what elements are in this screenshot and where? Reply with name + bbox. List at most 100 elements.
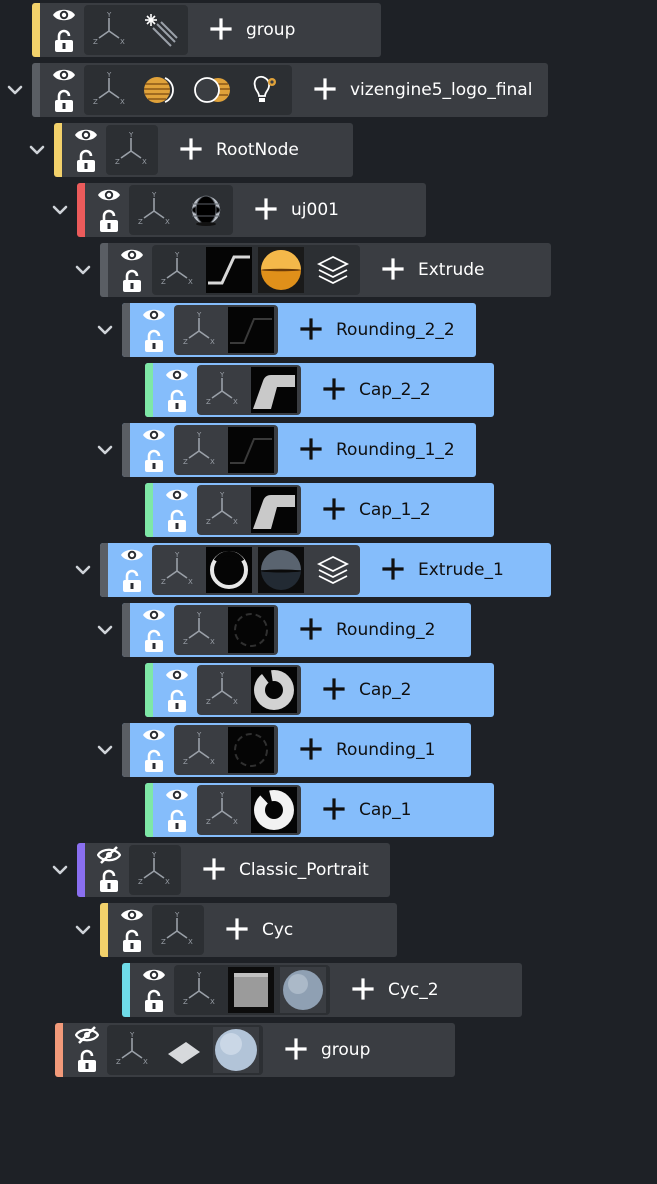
add-child-button[interactable]	[352, 978, 374, 1000]
expand-chevron-icon[interactable]	[72, 259, 94, 281]
add-child-button[interactable]	[323, 678, 345, 700]
material-icon[interactable]	[136, 65, 186, 115]
tree-node[interactable]: Y Z X Cap_2_2	[145, 363, 494, 417]
tree-node[interactable]: Y Z X Classic_Portrait	[77, 843, 390, 897]
light-settings-icon[interactable]	[240, 65, 290, 115]
add-child-button[interactable]	[300, 438, 322, 460]
layers-icon[interactable]	[308, 245, 358, 295]
ring-dark-thumb[interactable]	[228, 607, 274, 653]
eye-icon[interactable]	[165, 786, 189, 804]
tree-node[interactable]: Y Z X Rounding_1	[122, 723, 471, 777]
expand-chevron-icon[interactable]	[49, 859, 71, 881]
pale-ball-thumb[interactable]	[213, 1027, 259, 1073]
grey-box-thumb[interactable]	[228, 967, 274, 1013]
ring-cap-thumb[interactable]	[251, 667, 297, 713]
unlock-icon[interactable]	[143, 329, 165, 353]
node-label[interactable]: Cap_1	[359, 783, 411, 837]
axis-icon[interactable]: Y Z X	[174, 965, 224, 1015]
tree-node[interactable]: Y Z X Cyc	[100, 903, 397, 957]
expand-chevron-icon[interactable]	[72, 559, 94, 581]
node-label[interactable]: Classic_Portrait	[239, 843, 369, 897]
axis-icon[interactable]: Y Z X	[152, 545, 202, 595]
node-label[interactable]: Cap_2_2	[359, 363, 431, 417]
node-label[interactable]: Rounding_2	[336, 603, 435, 657]
axis-icon[interactable]: Y Z X	[84, 5, 134, 55]
add-child-button[interactable]	[300, 738, 322, 760]
node-label[interactable]: RootNode	[216, 123, 299, 177]
eye-icon[interactable]	[142, 426, 166, 444]
add-child-button[interactable]	[323, 798, 345, 820]
expand-chevron-icon[interactable]	[94, 739, 116, 761]
expand-chevron-icon[interactable]	[72, 919, 94, 941]
eye-icon[interactable]	[52, 6, 76, 24]
axis-icon[interactable]: Y Z X	[174, 425, 224, 475]
unlock-icon[interactable]	[53, 29, 75, 53]
node-label[interactable]: Cyc_2	[388, 963, 439, 1017]
grey-ball-thumb[interactable]	[280, 967, 326, 1013]
unlock-icon[interactable]	[75, 149, 97, 173]
unlock-icon[interactable]	[53, 89, 75, 113]
add-child-button[interactable]	[226, 918, 248, 940]
orange-ball-thumb[interactable]	[258, 247, 304, 293]
eye-hidden-icon[interactable]	[96, 846, 122, 864]
node-label[interactable]: Cap_2	[359, 663, 411, 717]
tree-node[interactable]: Y Z X Rounding_2	[122, 603, 471, 657]
unlock-icon[interactable]	[166, 509, 188, 533]
add-child-button[interactable]	[323, 378, 345, 400]
profile-dark-thumb[interactable]	[228, 427, 274, 473]
node-label[interactable]: Rounding_1_2	[336, 423, 455, 477]
node-label[interactable]: uj001	[291, 183, 339, 237]
axis-icon[interactable]: Y Z X	[197, 785, 247, 835]
node-label[interactable]: Cyc	[262, 903, 293, 957]
axis-icon[interactable]: Y Z X	[197, 365, 247, 415]
add-child-button[interactable]	[203, 858, 225, 880]
expand-chevron-icon[interactable]	[94, 439, 116, 461]
tree-node[interactable]: Y Z X Rounding_1_2	[122, 423, 476, 477]
dark-ball-thumb[interactable]	[258, 547, 304, 593]
cap-shape-thumb[interactable]	[251, 367, 297, 413]
add-child-button[interactable]	[285, 1038, 307, 1060]
axis-icon[interactable]: Y Z X	[152, 245, 202, 295]
profile-dark-thumb[interactable]	[228, 307, 274, 353]
eye-icon[interactable]	[120, 246, 144, 264]
node-label[interactable]: group	[246, 3, 295, 57]
node-label[interactable]: Rounding_1	[336, 723, 435, 777]
tree-node[interactable]: Y Z X Extrude	[100, 243, 551, 297]
add-child-button[interactable]	[382, 258, 404, 280]
tree-node[interactable]: Y Z Xvizengine5_logo_final	[32, 63, 548, 117]
axis-icon[interactable]: Y Z X	[107, 1025, 157, 1075]
unlock-icon[interactable]	[98, 209, 120, 233]
axis-icon[interactable]: Y Z X	[84, 65, 134, 115]
tree-node[interactable]: Y Z X Rounding_2_2	[122, 303, 476, 357]
unlock-icon[interactable]	[98, 869, 120, 893]
expand-chevron-icon[interactable]	[26, 139, 48, 161]
unlock-icon[interactable]	[166, 389, 188, 413]
eye-icon[interactable]	[165, 666, 189, 684]
unlock-icon[interactable]	[143, 629, 165, 653]
tree-node[interactable]: Y Z X group	[55, 1023, 455, 1077]
axis-icon[interactable]: Y Z X	[174, 305, 224, 355]
expand-chevron-icon[interactable]	[94, 319, 116, 341]
unlock-icon[interactable]	[166, 689, 188, 713]
eye-icon[interactable]	[142, 606, 166, 624]
eye-icon[interactable]	[120, 546, 144, 564]
add-child-button[interactable]	[180, 138, 202, 160]
node-label[interactable]: group	[321, 1023, 370, 1077]
axis-icon[interactable]: Y Z X	[174, 725, 224, 775]
unlock-icon[interactable]	[166, 809, 188, 833]
axis-icon[interactable]: Y Z X	[197, 485, 247, 535]
node-label[interactable]: Cap_1_2	[359, 483, 431, 537]
geometry-sphere-icon[interactable]	[181, 185, 231, 235]
expand-chevron-icon[interactable]	[4, 79, 26, 101]
axis-icon[interactable]: Y Z X	[129, 185, 179, 235]
plane-icon[interactable]	[159, 1025, 209, 1075]
eye-icon[interactable]	[52, 66, 76, 84]
eye-icon[interactable]	[97, 186, 121, 204]
cap-shape-thumb[interactable]	[251, 487, 297, 533]
ring-thumb[interactable]	[206, 547, 252, 593]
eye-icon[interactable]	[120, 906, 144, 924]
eye-icon[interactable]	[142, 306, 166, 324]
node-label[interactable]: Rounding_2_2	[336, 303, 455, 357]
expand-chevron-icon[interactable]	[94, 619, 116, 641]
node-label[interactable]: Extrude_1	[418, 543, 504, 597]
